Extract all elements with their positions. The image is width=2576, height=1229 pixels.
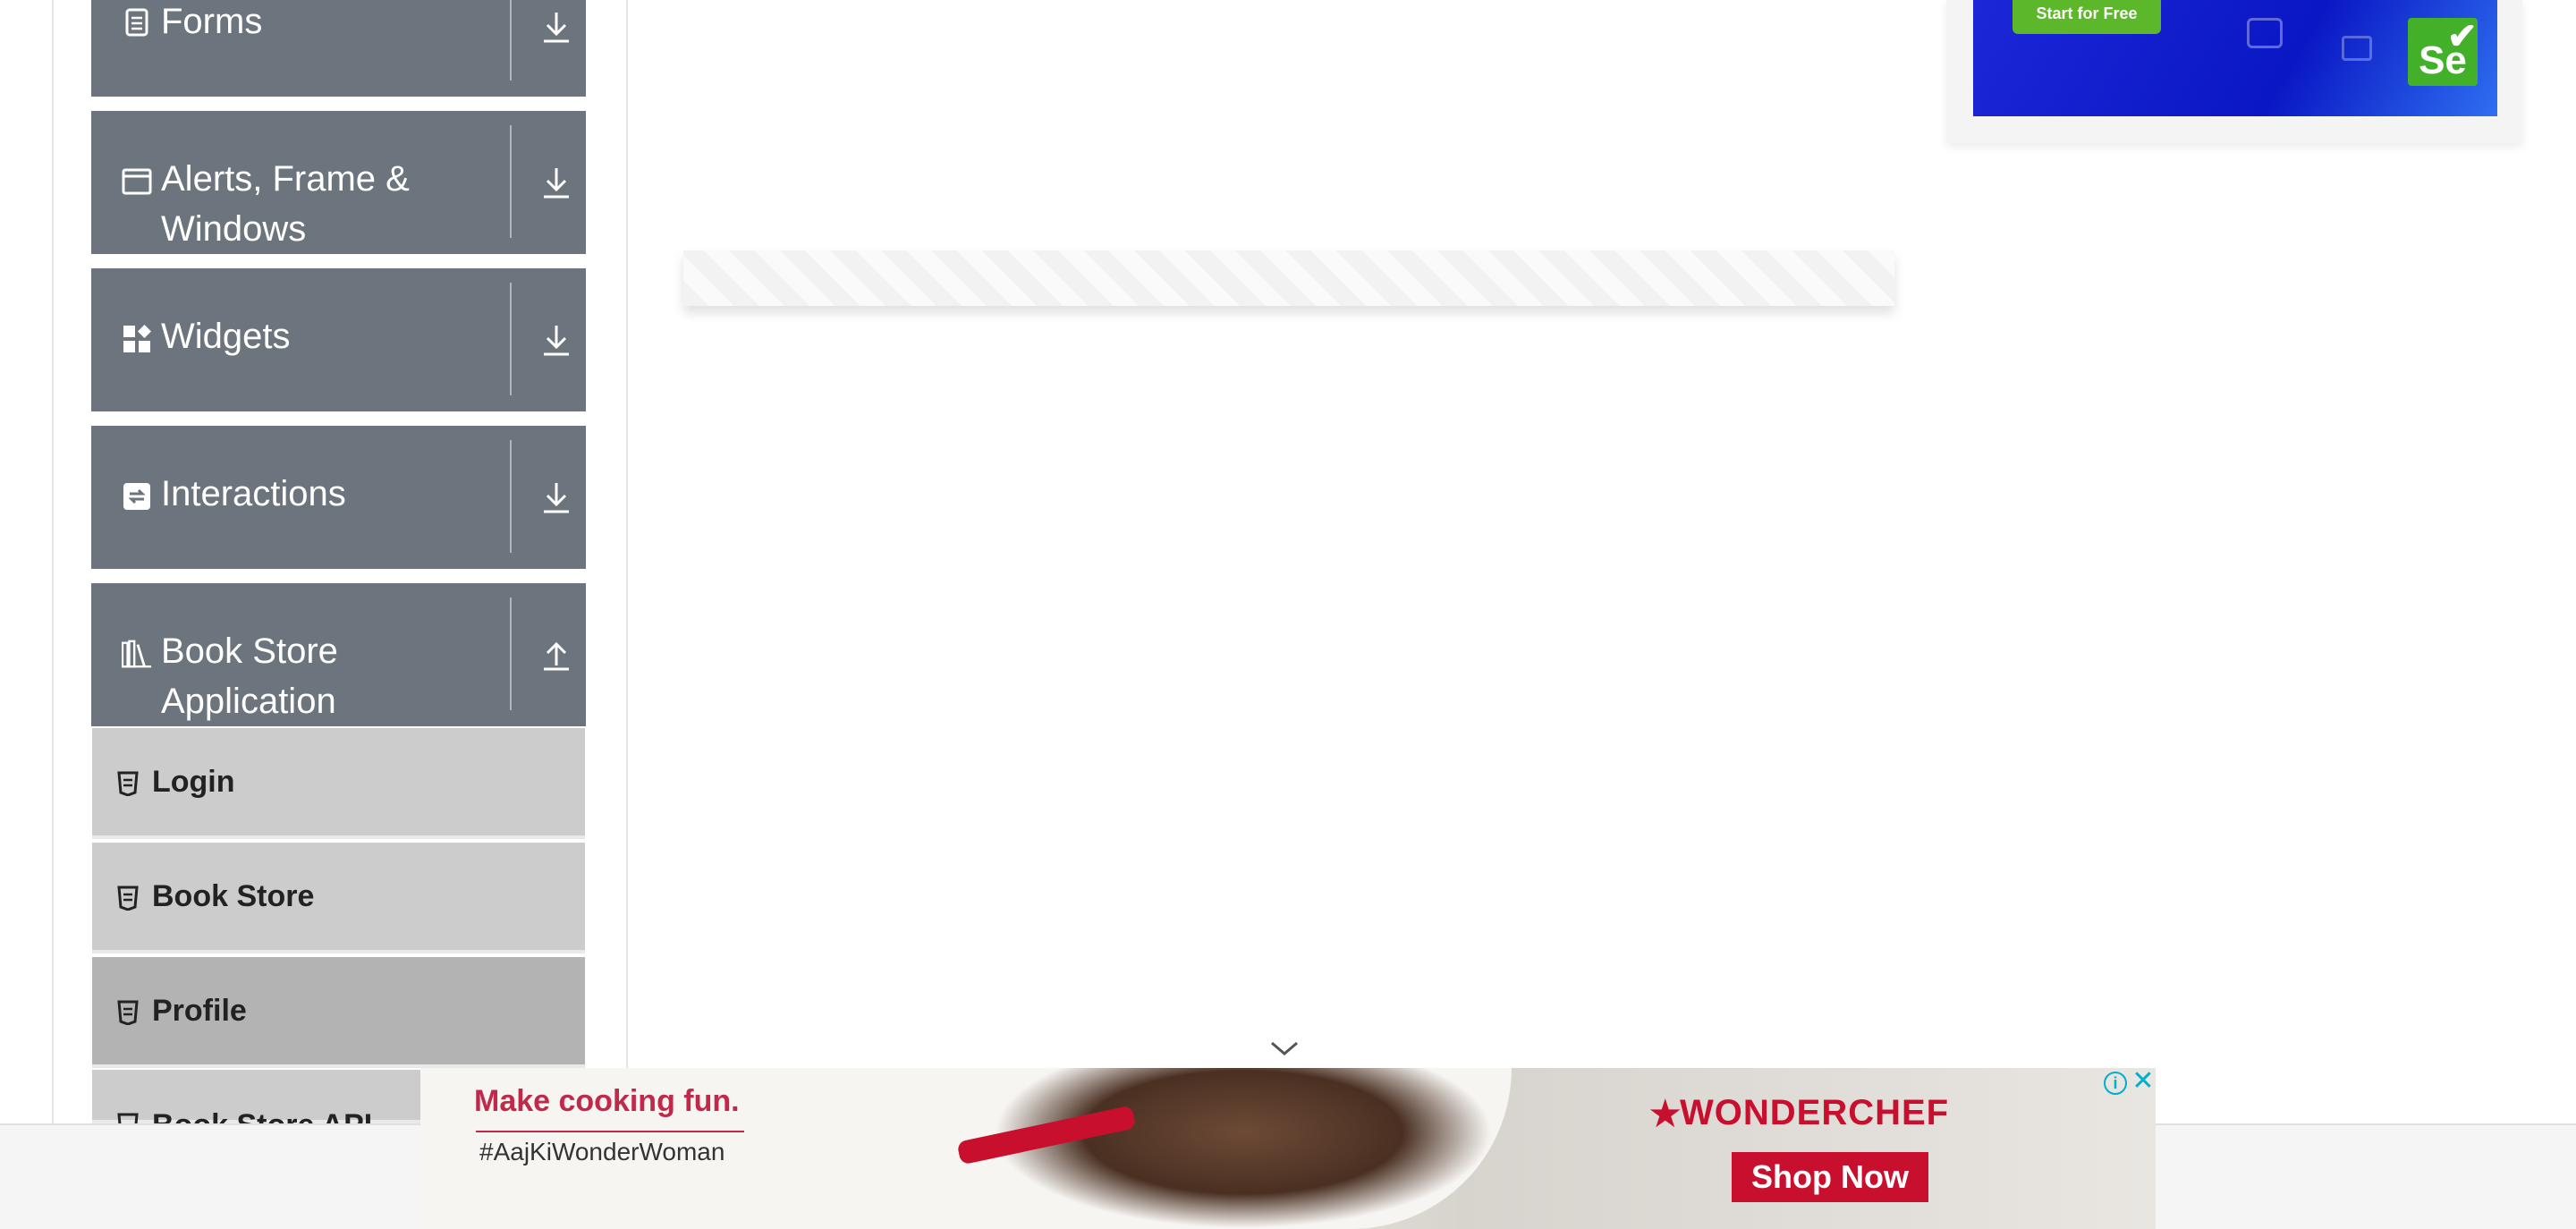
download-arrow-icon[interactable] bbox=[537, 163, 576, 202]
group-separator bbox=[510, 283, 512, 395]
star-logo-icon: ★ bbox=[1648, 1092, 1683, 1136]
group-book-store-application[interactable]: Book Store Application bbox=[91, 583, 586, 726]
start-for-free-button[interactable]: Start for Free bbox=[2012, 0, 2161, 34]
group-alerts-frame-windows[interactable]: Alerts, Frame & Windows bbox=[91, 111, 586, 254]
ad-photo bbox=[993, 1068, 1494, 1229]
group-label: Interactions bbox=[161, 474, 346, 513]
group-separator bbox=[510, 440, 512, 553]
group-label: Widgets bbox=[161, 317, 291, 356]
menu-item-label: Profile bbox=[152, 994, 247, 1028]
group-separator bbox=[510, 125, 512, 238]
interactions-icon bbox=[122, 481, 152, 512]
ad-info-icon[interactable]: i bbox=[2104, 1072, 2127, 1095]
browser-window-icon bbox=[2247, 18, 2283, 48]
upload-arrow-icon[interactable] bbox=[537, 635, 576, 674]
ad-brand: WONDERCHEF bbox=[1680, 1093, 1950, 1132]
content-loading-placeholder bbox=[683, 250, 1894, 306]
html5-icon bbox=[117, 886, 139, 911]
page-left-border bbox=[52, 0, 54, 1127]
menu-item-label: Book Store bbox=[152, 879, 315, 913]
chevron-down-icon[interactable] bbox=[1267, 1036, 1302, 1063]
menu-item-login[interactable]: Login bbox=[92, 728, 585, 839]
ad-banner-bottom[interactable]: Make cooking fun. #AajKiWonderWoman ★ WO… bbox=[420, 1068, 2156, 1229]
ad-hashtag: #AajKiWonderWoman bbox=[479, 1138, 725, 1165]
group-widgets[interactable]: Widgets bbox=[91, 268, 586, 411]
menu-item-profile[interactable]: Profile bbox=[92, 957, 585, 1068]
library-icon bbox=[122, 639, 152, 669]
sidebar-right-border bbox=[626, 0, 628, 1127]
html5-icon bbox=[117, 1000, 139, 1025]
download-arrow-icon[interactable] bbox=[537, 7, 576, 47]
group-interactions[interactable]: Interactions bbox=[91, 426, 586, 569]
ad-divider bbox=[476, 1131, 744, 1132]
html5-icon bbox=[117, 771, 139, 796]
download-arrow-icon[interactable] bbox=[537, 478, 576, 517]
checkmark-icon: ✔ bbox=[2447, 17, 2478, 56]
shop-now-button[interactable]: Shop Now bbox=[1732, 1152, 1928, 1202]
menu-item-label: Login bbox=[152, 765, 235, 799]
group-forms[interactable]: Forms bbox=[91, 0, 586, 97]
group-label: Forms bbox=[161, 2, 263, 41]
close-icon[interactable]: ✕ bbox=[2131, 1068, 2156, 1095]
widgets-icon bbox=[122, 324, 152, 354]
menu-item-book-store[interactable]: Book Store bbox=[92, 843, 585, 954]
browser-window-icon bbox=[2342, 36, 2372, 61]
ad-banner-top[interactable]: Start for Free Se ✔ bbox=[1973, 0, 2497, 116]
group-separator bbox=[510, 598, 512, 710]
group-label: Book Store Application bbox=[161, 631, 338, 721]
download-arrow-icon[interactable] bbox=[537, 320, 576, 360]
window-icon bbox=[122, 166, 152, 197]
group-separator bbox=[510, 0, 512, 81]
ad-headline: Make cooking fun. bbox=[474, 1084, 740, 1118]
document-icon bbox=[122, 7, 152, 38]
group-label: Alerts, Frame & Windows bbox=[161, 159, 410, 249]
